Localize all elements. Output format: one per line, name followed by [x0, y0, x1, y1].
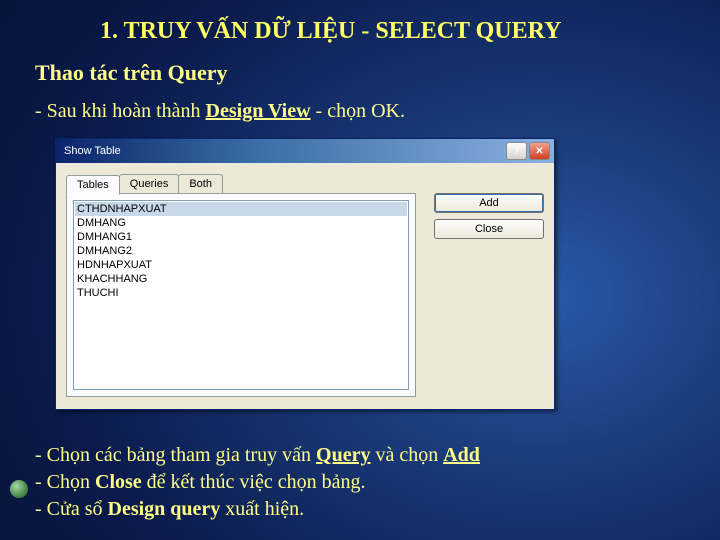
list-item[interactable]: HDNHAPXUAT: [75, 258, 407, 272]
show-table-dialog: Show Table ? ✕ Tables Queries Both CTHDN…: [55, 138, 555, 410]
close-button[interactable]: Close: [434, 219, 544, 239]
text: - Cửa sổ: [35, 498, 108, 520]
close-x-button[interactable]: ✕: [529, 142, 550, 160]
list-item[interactable]: DMHANG2: [75, 244, 407, 258]
query-text: Query: [316, 444, 370, 466]
slide-subtitle: Thao tác trên Query: [35, 60, 227, 86]
line: - Chọn các bảng tham gia truy vấn Query …: [35, 442, 480, 469]
tab-pane: CTHDNHAPXUAT DMHANG DMHANG1 DMHANG2 HDNH…: [66, 193, 416, 397]
tab-queries[interactable]: Queries: [119, 174, 180, 194]
close-icon: ✕: [535, 146, 543, 157]
instruction-line-1: - Sau khi hoàn thành Design View - chọn …: [35, 100, 405, 123]
dialog-side-buttons: Add Close: [434, 193, 544, 239]
design-query-text: Design query: [108, 498, 221, 520]
text: - Chọn: [35, 471, 95, 493]
tab-strip: Tables Queries Both: [66, 174, 544, 194]
tab-tables[interactable]: Tables: [66, 175, 120, 195]
list-item[interactable]: DMHANG1: [75, 230, 407, 244]
line: - Cửa sổ Design query xuất hiện.: [35, 496, 480, 523]
tab-both[interactable]: Both: [178, 174, 223, 194]
list-item[interactable]: CTHDNHAPXUAT: [75, 202, 407, 216]
instruction-lines-bottom: - Chọn các bảng tham gia truy vấn Query …: [35, 442, 480, 523]
slide-bullet: [10, 480, 28, 498]
slide-title: 1. TRUY VẤN DỮ LIỆU - SELECT QUERY: [100, 18, 561, 45]
list-item[interactable]: DMHANG: [75, 216, 407, 230]
help-button[interactable]: ?: [506, 142, 527, 160]
list-item[interactable]: KHACHHANG: [75, 272, 407, 286]
titlebar-buttons: ? ✕: [506, 142, 550, 160]
dialog-title: Show Table: [64, 145, 121, 157]
tables-listbox[interactable]: CTHDNHAPXUAT DMHANG DMHANG1 DMHANG2 HDNH…: [73, 200, 409, 390]
line: - Chọn Close để kết thúc việc chọn bảng.: [35, 469, 480, 496]
design-view-text: Design View: [206, 100, 311, 122]
text: - Chọn các bảng tham gia truy vấn: [35, 444, 316, 466]
text: - Sau khi hoàn thành: [35, 100, 206, 122]
help-icon: ?: [514, 146, 520, 157]
add-button[interactable]: Add: [434, 193, 544, 213]
text: - chọn OK.: [311, 100, 405, 122]
dialog-body: Tables Queries Both CTHDNHAPXUAT DMHANG …: [56, 163, 554, 409]
text: xuất hiện.: [220, 498, 304, 520]
text: và chọn: [370, 444, 443, 466]
list-item[interactable]: THUCHI: [75, 286, 407, 300]
text: để kết thúc việc chọn bảng.: [142, 471, 366, 493]
close-text: Close: [95, 471, 142, 493]
dialog-titlebar[interactable]: Show Table ? ✕: [56, 139, 554, 163]
add-text: Add: [443, 444, 480, 466]
